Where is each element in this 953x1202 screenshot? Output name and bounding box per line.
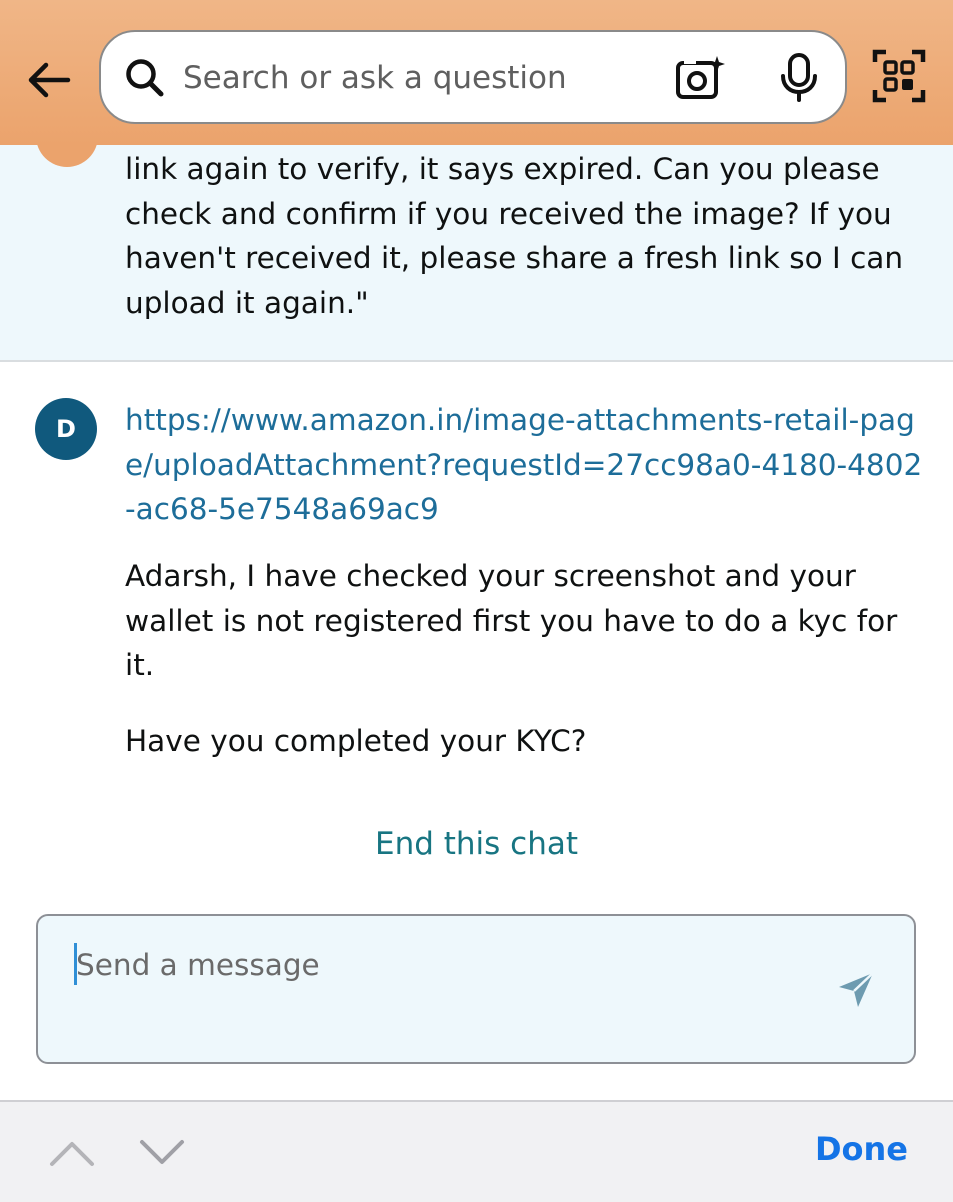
message-input[interactable]	[76, 940, 796, 990]
qr-scan-icon[interactable]	[872, 48, 926, 104]
user-message-block: link again to verify, it says expired. C…	[0, 105, 953, 362]
agent-avatar: D	[35, 398, 97, 460]
search-bar[interactable]	[99, 30, 847, 124]
microphone-icon[interactable]	[777, 52, 821, 104]
upload-attachment-link[interactable]: https://www.amazon.in/image-attachments-…	[125, 398, 925, 532]
search-input[interactable]	[183, 50, 653, 106]
done-button[interactable]: Done	[815, 1130, 908, 1168]
message-composer[interactable]	[36, 914, 916, 1064]
back-arrow-icon[interactable]	[22, 52, 78, 108]
camera-icon[interactable]	[675, 54, 725, 102]
chevron-down-icon[interactable]	[138, 1138, 186, 1168]
top-header	[0, 0, 953, 145]
search-icon	[126, 59, 164, 97]
text-cursor	[74, 943, 77, 985]
agent-question-text: Have you completed your KYC?	[125, 724, 587, 758]
end-chat-link[interactable]: End this chat	[0, 826, 953, 862]
send-icon[interactable]	[836, 970, 876, 1010]
keyboard-accessory-bar: Done	[0, 1100, 953, 1202]
agent-message-text: Adarsh, I have checked your screenshot a…	[125, 559, 898, 682]
user-message-text: link again to verify, it says expired. C…	[125, 152, 904, 320]
chevron-up-icon[interactable]	[48, 1138, 96, 1168]
